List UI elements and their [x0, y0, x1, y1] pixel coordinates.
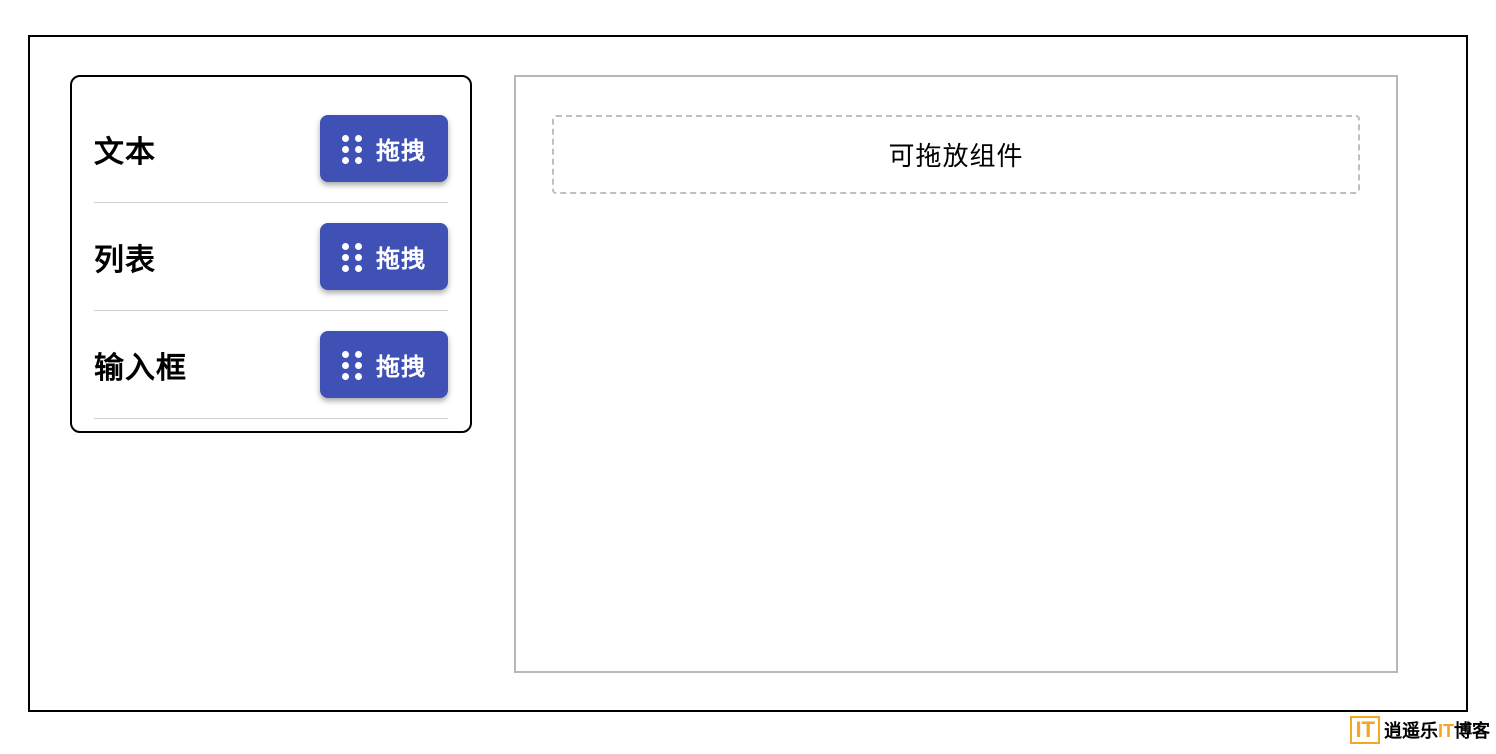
drag-button-label: 拖拽 [376, 239, 426, 274]
component-item-text: 文本 拖拽 [94, 95, 448, 203]
watermark-icon: IT [1350, 716, 1380, 744]
watermark-highlight: IT [1438, 721, 1454, 741]
component-label: 输入框 [94, 343, 187, 387]
component-label: 列表 [94, 235, 156, 279]
builder-container: 文本 拖拽 列表 拖拽 输入框 拖拽 [28, 35, 1468, 712]
component-palette: 文本 拖拽 列表 拖拽 输入框 拖拽 [70, 75, 472, 433]
watermark: IT 逍遥乐IT博客 [1350, 716, 1490, 744]
drag-button-text[interactable]: 拖拽 [320, 115, 448, 182]
drag-button-list[interactable]: 拖拽 [320, 223, 448, 290]
drag-button-label: 拖拽 [376, 131, 426, 166]
drag-button-label: 拖拽 [376, 347, 426, 382]
drop-zone[interactable]: 可拖放组件 [552, 115, 1360, 194]
component-label: 文本 [94, 127, 156, 171]
component-item-input: 输入框 拖拽 [94, 311, 448, 419]
canvas-area[interactable]: 可拖放组件 [514, 75, 1398, 673]
watermark-prefix: 逍遥乐 [1384, 721, 1438, 741]
drag-button-input[interactable]: 拖拽 [320, 331, 448, 398]
component-item-list: 列表 拖拽 [94, 203, 448, 311]
watermark-suffix: 博客 [1454, 721, 1490, 741]
drag-handle-icon [342, 351, 362, 379]
drag-handle-icon [342, 135, 362, 163]
drop-zone-label: 可拖放组件 [888, 141, 1023, 171]
drag-handle-icon [342, 243, 362, 271]
